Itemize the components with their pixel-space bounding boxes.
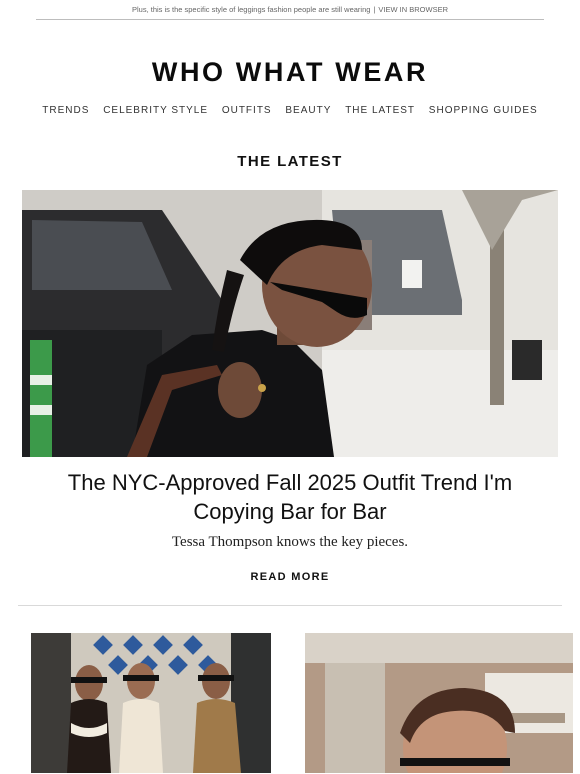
top-nav: TRENDS CELEBRITY STYLE OUTFITS BEAUTY TH… <box>0 105 580 119</box>
feature-photo <box>22 190 558 457</box>
nav-item-beauty[interactable]: BEAUTY <box>285 105 331 116</box>
nav-item-shopping-guides[interactable]: SHOPPING GUIDES <box>429 105 538 116</box>
thumbnail-photo-left <box>31 633 271 773</box>
article-thumbnail-left[interactable] <box>31 633 271 773</box>
read-more-link[interactable]: READ MORE <box>251 571 330 583</box>
nav-item-outfits[interactable]: OUTFITS <box>222 105 272 116</box>
preheader-text: Plus, this is the specific style of legg… <box>131 5 371 14</box>
nav-item-the-latest[interactable]: THE LATEST <box>345 105 415 116</box>
feature-dek: Tessa Thompson knows the key pieces. <box>171 534 409 550</box>
article-grid <box>0 633 580 773</box>
thumbnail-photo-right <box>305 633 573 773</box>
feature-headline[interactable]: The NYC-Approved Fall 2025 Outfit Trend … <box>0 468 580 526</box>
view-in-browser-link[interactable]: VIEW IN BROWSER <box>378 5 448 14</box>
brand-logo[interactable]: WHO WHAT WEAR <box>0 57 580 87</box>
section-title: THE LATEST <box>237 153 343 170</box>
nav-item-trends[interactable]: TRENDS <box>42 105 89 116</box>
preheader-separator: | <box>373 5 376 14</box>
article-thumbnail-right[interactable] <box>305 633 573 773</box>
feature-image[interactable] <box>22 190 558 457</box>
nav-item-celebrity-style[interactable]: CELEBRITY STYLE <box>103 105 208 116</box>
preheader: Plus, this is the specific style of legg… <box>36 0 544 20</box>
section-divider <box>18 605 562 606</box>
